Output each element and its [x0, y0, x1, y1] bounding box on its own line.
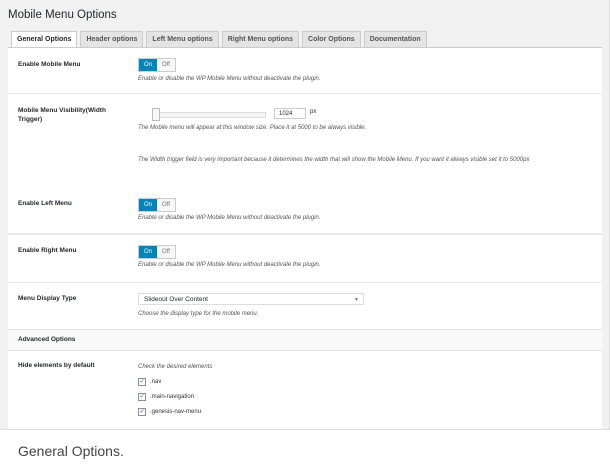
toggle-on[interactable]: On — [139, 199, 157, 211]
options-panel: Enable Mobile Menu On Off Enable or disa… — [8, 47, 602, 429]
checkbox-checked-icon[interactable]: ✓ — [138, 378, 146, 386]
width-unit: px — [310, 109, 317, 115]
menu-display-type-select[interactable]: Slideout Over Content ▼ — [138, 293, 364, 305]
checkbox-label: .main-navigation — [150, 394, 195, 400]
tab-header-options[interactable]: Header options — [80, 31, 144, 47]
width-trigger-note: The Width trigger field is very importan… — [138, 157, 530, 163]
checkbox-label: .genesis-nav-menu — [150, 409, 202, 415]
width-slider-track[interactable] — [152, 112, 266, 118]
row-menu-display-type: Menu Display Type Slideout Over Content … — [8, 282, 602, 329]
checkbox-nav[interactable]: ✓ .nav — [138, 378, 161, 386]
enable-mobile-menu-desc: Enable or disable the WP Mobile Menu wit… — [138, 76, 321, 82]
row-enable-left-menu: Enable Left Menu On Off Enable or disabl… — [8, 187, 602, 235]
row-enable-mobile-menu: Enable Mobile Menu On Off Enable or disa… — [8, 48, 602, 94]
settings-window: Mobile Menu Options General Options Head… — [0, 0, 610, 430]
width-slider-handle[interactable] — [152, 108, 160, 121]
enable-right-menu-desc: Enable or disable the WP Mobile Menu wit… — [138, 262, 321, 268]
toggle-on[interactable]: On — [139, 59, 157, 71]
checkbox-checked-icon[interactable]: ✓ — [138, 408, 146, 416]
enable-left-menu-desc: Enable or disable the WP Mobile Menu wit… — [138, 215, 321, 221]
checkbox-label: .nav — [150, 379, 162, 385]
checkbox-checked-icon[interactable]: ✓ — [138, 393, 146, 401]
toggle-off[interactable]: Off — [157, 59, 175, 71]
width-trigger-input[interactable]: 1024 — [274, 108, 306, 119]
menu-display-type-label: Menu Display Type — [18, 295, 77, 302]
enable-right-menu-label: Enable Right Menu — [18, 247, 77, 254]
select-value: Slideout Over Content — [144, 296, 208, 303]
checkbox-main-navigation[interactable]: ✓ .main-navigation — [138, 393, 194, 401]
enable-mobile-menu-toggle[interactable]: On Off — [138, 58, 176, 72]
enable-left-menu-toggle[interactable]: On Off — [138, 198, 176, 212]
menu-display-type-desc: Choose the display type for the mobile m… — [138, 311, 259, 317]
enable-left-menu-label: Enable Left Menu — [18, 200, 72, 207]
width-trigger-control: 1024 px — [8, 108, 328, 121]
menu-visibility-desc: The Mobile menu will appear at this wind… — [138, 125, 367, 131]
tab-color-options[interactable]: Color Options — [302, 31, 361, 47]
tab-left-menu-options[interactable]: Left Menu options — [146, 31, 219, 47]
row-enable-right-menu: Enable Right Menu On Off Enable or disab… — [8, 234, 602, 283]
row-hide-elements: Hide elements by default Check the desir… — [8, 350, 602, 429]
checkbox-genesis-nav-menu[interactable]: ✓ .genesis-nav-menu — [138, 408, 201, 416]
tab-right-menu-options[interactable]: Right Menu options — [221, 31, 300, 47]
toggle-off[interactable]: Off — [157, 199, 175, 211]
chevron-down-icon: ▼ — [354, 297, 359, 303]
advanced-options-title: Advanced Options — [18, 336, 76, 343]
toggle-off[interactable]: Off — [157, 246, 175, 258]
enable-mobile-menu-label: Enable Mobile Menu — [18, 61, 81, 68]
image-caption: General Options. — [18, 443, 124, 459]
tab-general-options[interactable]: General Options — [11, 31, 78, 48]
hide-elements-label: Hide elements by default — [18, 362, 95, 369]
hide-elements-desc: Check the desired elements — [138, 364, 213, 370]
toggle-on[interactable]: On — [139, 246, 157, 258]
enable-right-menu-toggle[interactable]: On Off — [138, 245, 176, 259]
tab-documentation[interactable]: Documentation — [363, 31, 427, 47]
page-title: Mobile Menu Options — [8, 9, 117, 21]
tab-bar: General Options Header options Left Menu… — [11, 31, 427, 48]
advanced-options-header: Advanced Options — [8, 329, 602, 351]
